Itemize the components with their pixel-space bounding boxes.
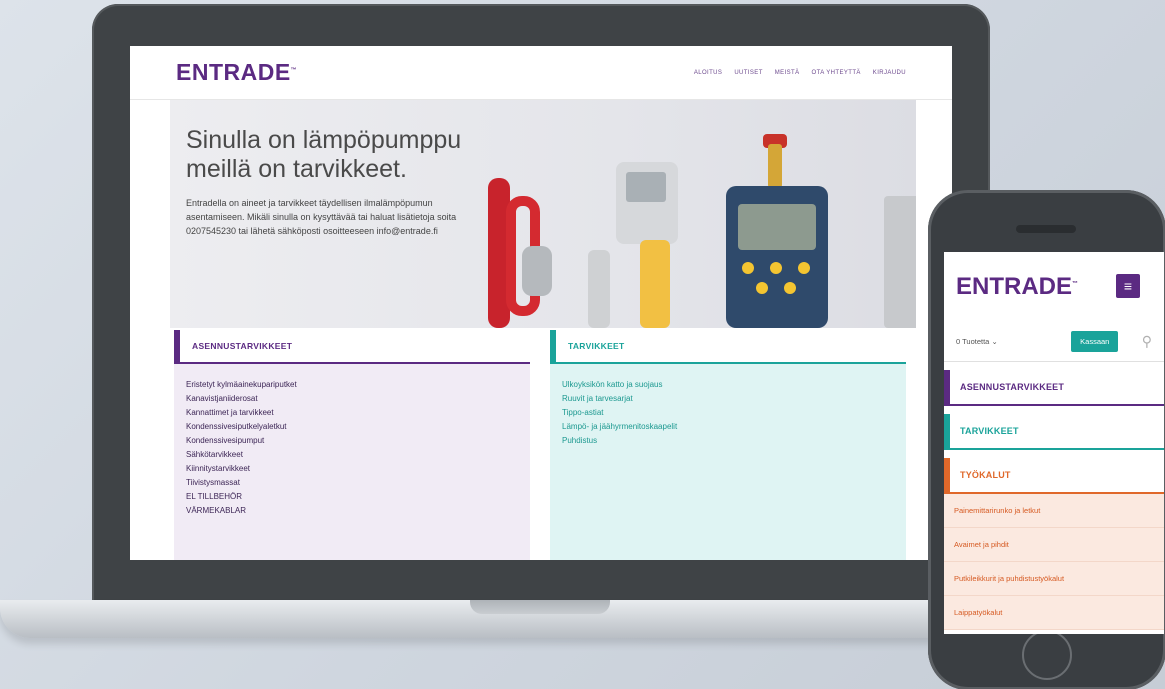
- list-item[interactable]: Avaimet ja pihdit: [944, 528, 1164, 562]
- list-item[interactable]: Ulkoyksikön katto ja suojaus: [562, 378, 906, 392]
- site-header: ENTRADE™ ALOITUS UUTISET MEISTÄ OTA YHTE…: [130, 46, 952, 100]
- gauge-knob-image: [784, 282, 796, 294]
- gauge-knob-image: [798, 262, 810, 274]
- tool-image: [884, 196, 916, 328]
- gauge-knob-image: [770, 262, 782, 274]
- list-item[interactable]: Lämpö- ja jäähyrmenitoskaapelit: [562, 420, 906, 434]
- checkout-button[interactable]: Kassaan: [1071, 331, 1119, 352]
- list-item[interactable]: Kiinnitystarvikkeet: [186, 462, 530, 476]
- nav-item-uutiset[interactable]: UUTISET: [734, 70, 762, 76]
- site-logo[interactable]: ENTRADE™: [176, 59, 297, 86]
- main-nav: ALOITUS UUTISET MEISTÄ OTA YHTEYTTÄ KIRJ…: [694, 70, 906, 76]
- category-list-tarvikkeet: Ulkoyksikön katto ja suojaus Ruuvit ja t…: [550, 364, 906, 448]
- cart-count[interactable]: 0 Tuotetta ⌄: [956, 337, 998, 346]
- laptop-screen: ENTRADE™ ALOITUS UUTISET MEISTÄ OTA YHTE…: [130, 46, 952, 560]
- valve-image: [768, 144, 782, 188]
- nav-item-aloitus[interactable]: ALOITUS: [694, 70, 722, 76]
- list-item[interactable]: Kannattimet ja tarvikkeet: [186, 406, 530, 420]
- list-item[interactable]: Laippatyökalut: [944, 596, 1164, 630]
- list-item[interactable]: VÄRMEKABLAR: [186, 504, 530, 518]
- phone-screen: ENTRADE™ ≡ 0 Tuotetta ⌄ Kassaan ⚲ ASENNU…: [944, 252, 1164, 634]
- phone-speaker: [1016, 225, 1076, 233]
- list-item[interactable]: Eristetyt kylmäainekupariputket: [186, 378, 530, 392]
- list-item[interactable]: Putkileikkurit ja puhdistustyökalut: [944, 562, 1164, 596]
- thermometer-grip-image: [640, 240, 670, 328]
- hero-banner: Sinulla on lämpöpumppu meillä on tarvikk…: [170, 100, 916, 328]
- nav-item-ota-yhteytta[interactable]: OTA YHTEYTTÄ: [812, 70, 861, 76]
- list-item[interactable]: EL TILLBEHÖR: [186, 490, 530, 504]
- thermometer-screen-image: [626, 172, 666, 202]
- phone-home-button[interactable]: [1022, 630, 1072, 680]
- mobile-logo[interactable]: ENTRADE™: [956, 273, 1078, 301]
- mobile-header: ENTRADE™ ≡: [944, 252, 1164, 322]
- mobile-category-tyokalut[interactable]: TYÖKALUT: [944, 458, 1164, 494]
- laptop-notch: [470, 600, 610, 614]
- category-title-asennustarvikkeet[interactable]: ASENNUSTARVIKKEET: [174, 330, 530, 364]
- list-item[interactable]: Painemittarirunko ja letkut: [944, 494, 1164, 528]
- list-item[interactable]: Tippo-astiat: [562, 406, 906, 420]
- list-item[interactable]: Tiivistysmassat: [186, 476, 530, 490]
- list-item[interactable]: Kanavistjaniiderosat: [186, 392, 530, 406]
- search-icon[interactable]: ⚲: [1142, 333, 1152, 350]
- chevron-down-icon: ⌄: [991, 337, 998, 346]
- category-title-tarvikkeet[interactable]: TARVIKKEET: [550, 330, 906, 364]
- mobile-tyokalut-list: Painemittarirunko ja letkut Avaimet ja p…: [944, 494, 1164, 630]
- mobile-category-asennustarvikkeet[interactable]: ASENNUSTARVIKKEET: [944, 370, 1164, 406]
- hero-text: Entradella on aineet ja tarvikkeet täyde…: [186, 198, 457, 236]
- nav-item-meista[interactable]: MEISTÄ: [775, 70, 800, 76]
- hamburger-menu-icon[interactable]: ≡: [1116, 274, 1140, 298]
- mobile-cart-bar: 0 Tuotetta ⌄ Kassaan ⚲: [944, 322, 1164, 362]
- list-item[interactable]: Kondenssivesipumput: [186, 434, 530, 448]
- hero-title: Sinulla on lämpöpumppu meillä on tarvikk…: [186, 126, 462, 183]
- nav-item-kirjaudu[interactable]: KIRJAUDU: [873, 70, 906, 76]
- pressure-gauge-screen-image: [738, 204, 816, 250]
- category-panel-tarvikkeet: TARVIKKEET Ulkoyksikön katto ja suojaus …: [550, 330, 906, 560]
- pipe-wrench-head-image: [522, 246, 552, 296]
- category-list-asennustarvikkeet: Eristetyt kylmäainekupariputket Kanavist…: [174, 364, 530, 518]
- gauge-knob-image: [742, 262, 754, 274]
- list-item[interactable]: Puhdistus: [562, 434, 906, 448]
- category-panel-asennustarvikkeet: ASENNUSTARVIKKEET Eristetyt kylmäainekup…: [174, 330, 530, 560]
- list-item[interactable]: Kondenssivesiputkelyaletkut: [186, 420, 530, 434]
- list-item[interactable]: Ruuvit ja tarvesarjat: [562, 392, 906, 406]
- list-item[interactable]: Sähkötarvikkeet: [186, 448, 530, 462]
- gauge-knob-image: [756, 282, 768, 294]
- mobile-category-tarvikkeet[interactable]: TARVIKKEET: [944, 414, 1164, 450]
- nozzle-tool-image: [588, 250, 610, 328]
